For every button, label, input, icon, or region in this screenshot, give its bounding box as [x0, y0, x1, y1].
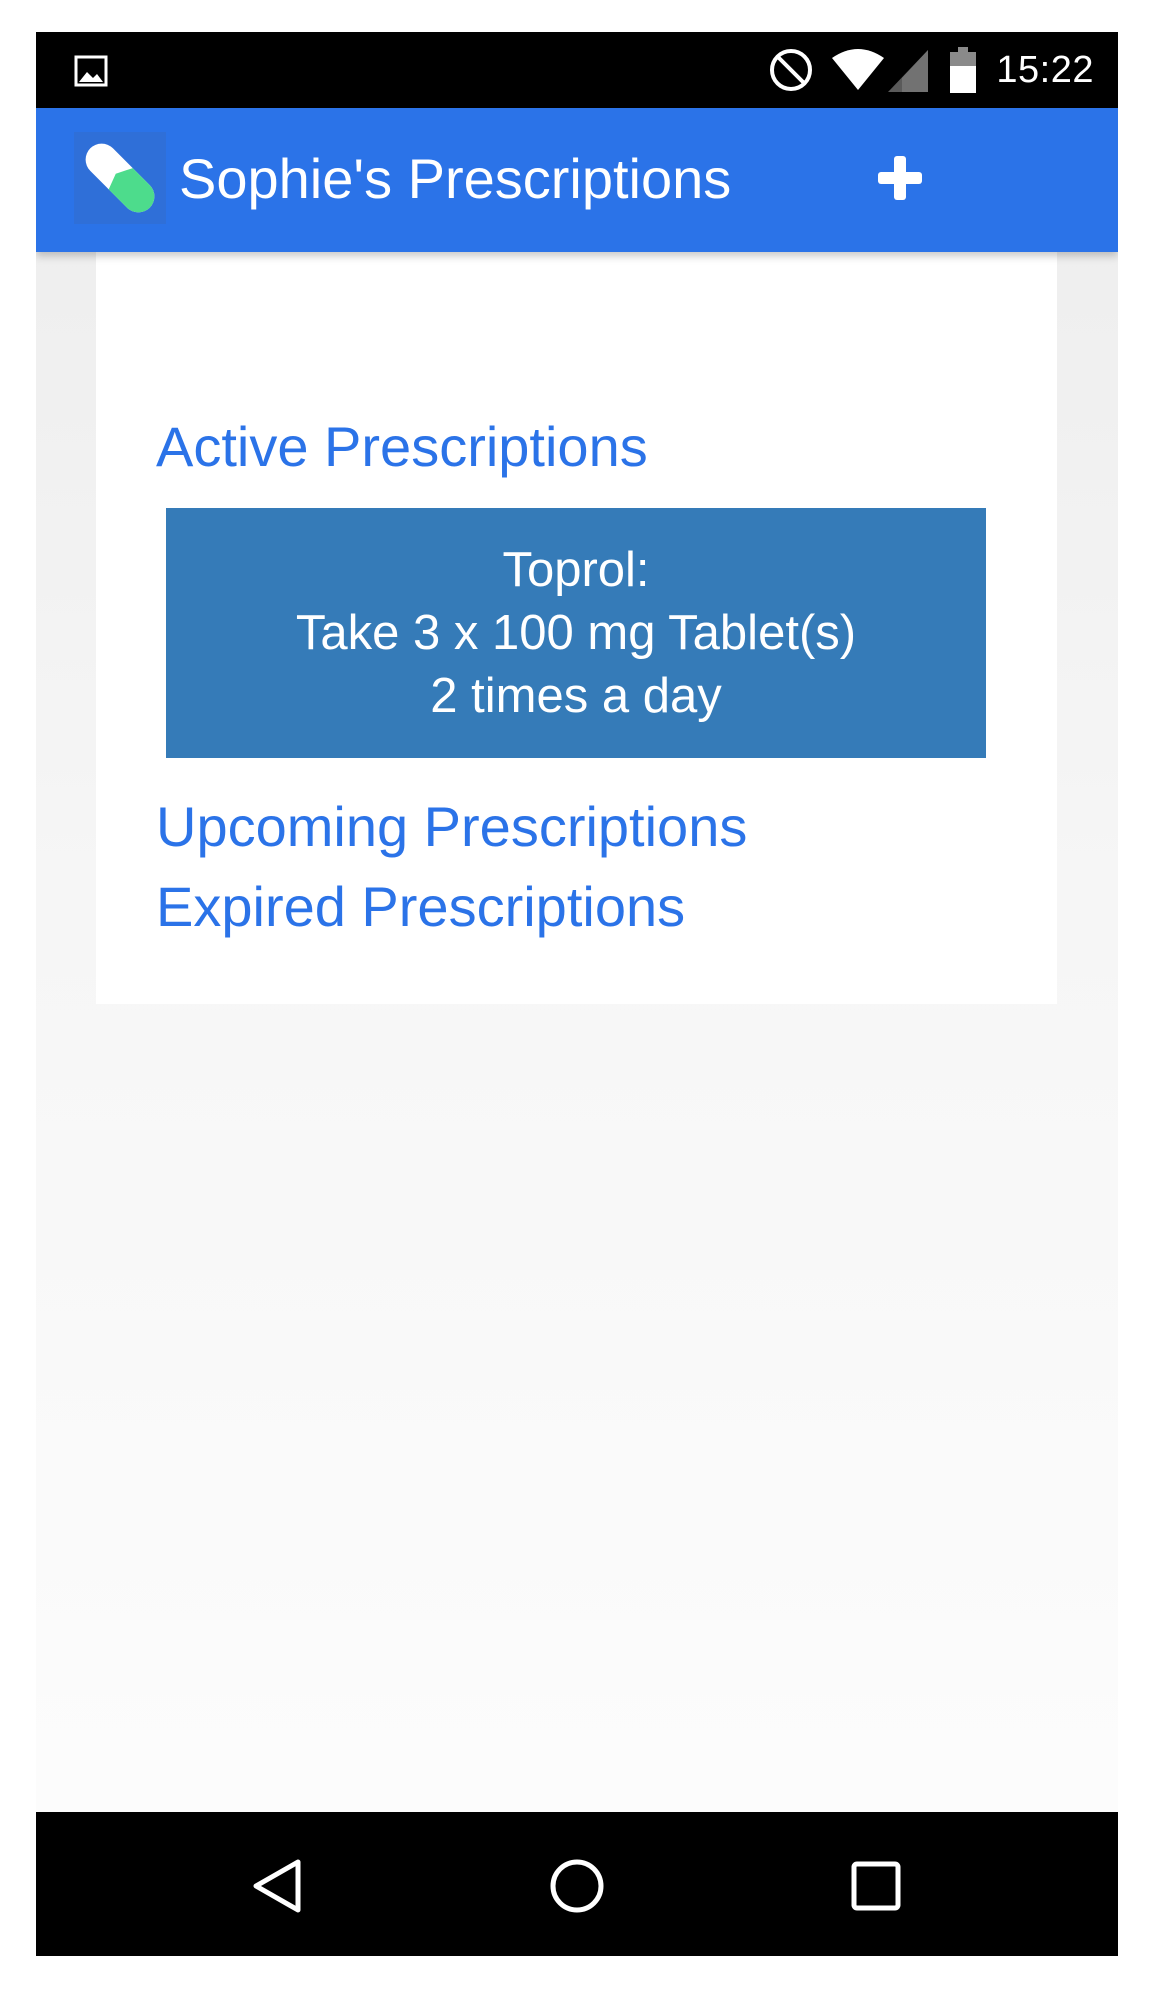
battery-icon [950, 47, 977, 93]
prescription-dosage: Take 3 x 100 mg Tablet(s) [295, 605, 857, 660]
status-clock: 15:22 [996, 48, 1094, 91]
pill-capsule-icon [74, 132, 166, 224]
do-not-disturb-icon [770, 49, 813, 91]
signal-icon [888, 50, 929, 92]
back-icon [253, 1859, 301, 1913]
status-bar: 15:22 [36, 32, 1118, 108]
add-prescription-button[interactable] [860, 138, 940, 218]
prescription-frequency: 2 times a day [430, 668, 722, 723]
active-prescriptions-link[interactable]: Active Prescriptions [156, 414, 648, 479]
prescriptions-card: Active Prescriptions Toprol: Take 3 x 10… [96, 252, 1057, 1004]
back-button[interactable] [244, 1854, 308, 1918]
wifi-icon [832, 49, 885, 90]
app-bar: Sophie's Prescriptions [36, 108, 1118, 252]
status-icons: 15:22 [768, 32, 1094, 108]
app-title: Sophie's Prescriptions [179, 147, 732, 210]
image-icon [74, 55, 108, 87]
recents-button[interactable] [844, 1854, 908, 1918]
plus-icon [878, 156, 922, 200]
prescription-item[interactable]: Toprol: Take 3 x 100 mg Tablet(s) 2 time… [166, 508, 986, 758]
home-button[interactable] [545, 1854, 609, 1918]
expired-prescriptions-link[interactable]: Expired Prescriptions [156, 874, 685, 939]
home-icon [550, 1859, 604, 1913]
navigation-bar [36, 1812, 1118, 1956]
upcoming-prescriptions-link[interactable]: Upcoming Prescriptions [156, 794, 747, 859]
recents-icon [851, 1861, 901, 1911]
phone-screen: 15:22 Sophie's Prescriptions Active Pres… [36, 32, 1118, 1956]
prescription-name: Toprol: [502, 542, 650, 597]
